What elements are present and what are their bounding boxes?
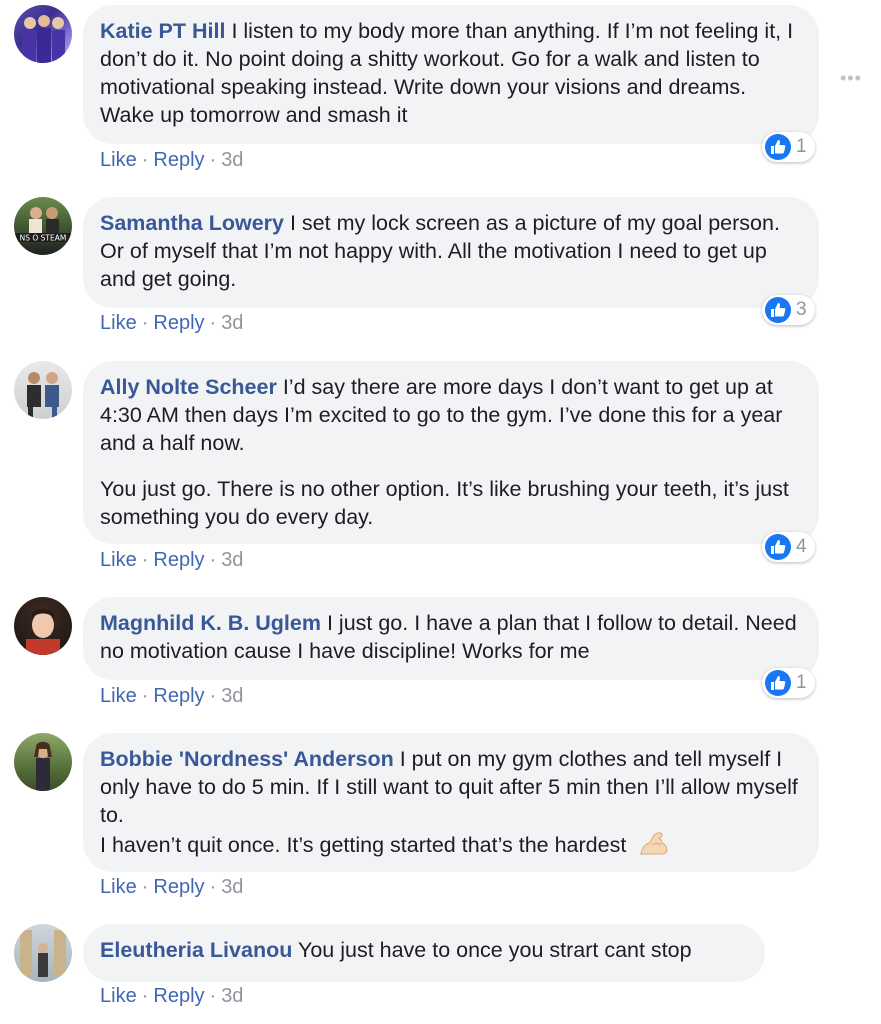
separator: ·: [209, 149, 217, 171]
comment-author[interactable]: Bobbie 'Nordness' Anderson: [100, 747, 394, 771]
avatar-image: [27, 372, 59, 419]
avatar-image: NS O STEAM: [14, 207, 72, 243]
avatar[interactable]: [14, 597, 72, 655]
comment-paragraph: Ally Nolte Scheer I’d say there are more…: [100, 373, 801, 457]
reaction-count-value: 1: [796, 672, 807, 693]
separator: ·: [209, 685, 217, 707]
avatar[interactable]: [14, 733, 72, 791]
avatar[interactable]: [14, 361, 72, 419]
reaction-count[interactable]: 4: [762, 532, 815, 562]
comment-actions: Like · Reply · 3d: [100, 875, 243, 899]
like-thumb-icon: [765, 134, 791, 160]
separator: ·: [209, 985, 217, 1007]
avatar[interactable]: NS O STEAM: [14, 197, 72, 255]
comment-actions: Like · Reply · 3d: [100, 548, 243, 572]
comment-bubble: Eleutheria Livanou You just have to once…: [83, 924, 765, 982]
separator: ·: [141, 149, 149, 171]
timestamp[interactable]: 3d: [221, 685, 243, 707]
comment-author[interactable]: Magnhild K. B. Uglem: [100, 611, 321, 635]
separator: ·: [209, 312, 217, 334]
comment-actions: Like · Reply · 3d: [100, 684, 243, 708]
avatar[interactable]: [14, 924, 72, 982]
reaction-count-value: 3: [796, 299, 807, 320]
more-options-icon[interactable]: •••: [840, 68, 862, 89]
avatar-image: [20, 930, 66, 977]
comment-paragraph: You just go. There is no other option. I…: [100, 477, 789, 529]
comment-bubble: Ally Nolte Scheer I’d say there are more…: [83, 361, 819, 544]
comment-author[interactable]: Eleutheria Livanou: [100, 938, 292, 962]
like-link[interactable]: Like: [100, 985, 137, 1007]
reaction-count[interactable]: 3: [762, 295, 815, 325]
separator: ·: [141, 312, 149, 334]
comment-actions: Like · Reply · 3d: [100, 984, 243, 1008]
like-thumb-icon: [765, 297, 791, 323]
like-link[interactable]: Like: [100, 549, 137, 571]
comment-author[interactable]: Ally Nolte Scheer: [100, 375, 277, 399]
reply-link[interactable]: Reply: [153, 549, 204, 571]
reply-link[interactable]: Reply: [153, 149, 204, 171]
reaction-count-value: 4: [796, 536, 807, 557]
separator: ·: [141, 876, 149, 898]
avatar-image: [26, 609, 60, 655]
timestamp[interactable]: 3d: [221, 149, 243, 171]
reply-link[interactable]: Reply: [153, 312, 204, 334]
separator: ·: [141, 549, 149, 571]
separator: ·: [209, 876, 217, 898]
timestamp[interactable]: 3d: [221, 876, 243, 898]
like-link[interactable]: Like: [100, 149, 137, 171]
like-thumb-icon: [765, 534, 791, 560]
like-link[interactable]: Like: [100, 312, 137, 334]
timestamp[interactable]: 3d: [221, 312, 243, 334]
reply-link[interactable]: Reply: [153, 685, 204, 707]
reply-link[interactable]: Reply: [153, 876, 204, 898]
reply-link[interactable]: Reply: [153, 985, 204, 1007]
comment-text: You just have to once you strart cant st…: [297, 938, 692, 962]
reaction-count[interactable]: 1: [762, 668, 815, 698]
like-thumb-icon: [765, 670, 791, 696]
comment-text: I haven’t quit once. It’s getting starte…: [100, 833, 627, 858]
comment-actions: Like · Reply · 3d: [100, 148, 243, 172]
like-link[interactable]: Like: [100, 685, 137, 707]
avatar-image: [34, 741, 52, 791]
comment-bubble: Katie PT Hill I listen to my body more t…: [83, 5, 819, 144]
separator: ·: [141, 685, 149, 707]
reaction-count[interactable]: 1: [762, 132, 815, 162]
separator: ·: [141, 985, 149, 1007]
reaction-count-value: 1: [796, 136, 807, 157]
flexed-biceps-emoji: [638, 829, 670, 864]
avatar[interactable]: [14, 5, 72, 63]
separator: ·: [209, 549, 217, 571]
timestamp[interactable]: 3d: [221, 549, 243, 571]
avatar-image: [23, 15, 65, 63]
comment-bubble: Bobbie 'Nordness' Anderson I put on my g…: [83, 733, 819, 872]
like-link[interactable]: Like: [100, 876, 137, 898]
comment-actions: Like · Reply · 3d: [100, 311, 243, 335]
comment-author[interactable]: Katie PT Hill: [100, 19, 225, 43]
comment-bubble: Magnhild K. B. Uglem I just go. I have a…: [83, 597, 819, 680]
comment-bubble: Samantha Lowery I set my lock screen as …: [83, 197, 819, 308]
timestamp[interactable]: 3d: [221, 985, 243, 1007]
comment-author[interactable]: Samantha Lowery: [100, 211, 284, 235]
svg-text:NS O STEAM: NS O STEAM: [20, 234, 67, 243]
